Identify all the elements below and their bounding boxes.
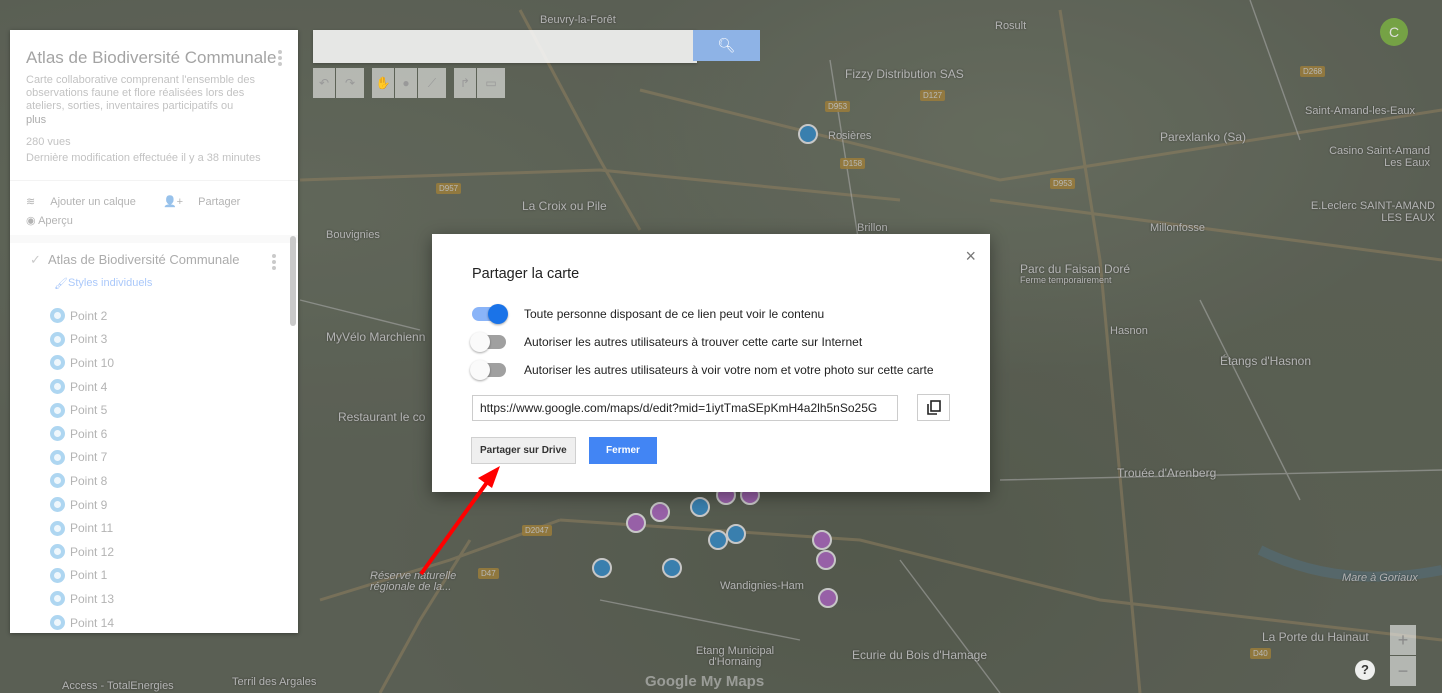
redo-icon[interactable]: ↷ (336, 68, 364, 98)
heart-marker-icon (50, 473, 65, 489)
copy-icon (926, 400, 941, 415)
add-marker-icon[interactable]: ● (395, 68, 417, 98)
panel-scrollbar[interactable] (290, 236, 296, 326)
list-item[interactable]: Point 9 (50, 493, 114, 517)
option-show-identity: Autoriser les autres utilisateurs à voir… (470, 360, 934, 380)
measure-icon[interactable]: ▭ (477, 68, 505, 98)
option-label: Autoriser les autres utilisateurs à trou… (524, 335, 863, 349)
styles-link[interactable]: Styles individuels (68, 277, 152, 289)
paint-roller-icon: 🖌 (54, 278, 68, 290)
list-item[interactable]: Point 10 (50, 351, 114, 375)
point-label: Point 3 (70, 332, 108, 347)
list-item[interactable]: Point 4 (50, 375, 114, 399)
hand-icon[interactable]: ✋ (372, 68, 394, 98)
draw-line-icon[interactable]: ⟋ (418, 68, 446, 98)
eye-icon: ◉ (26, 215, 39, 227)
close-icon[interactable]: × (965, 246, 976, 267)
point-label: Point 10 (70, 355, 115, 370)
option-link-visibility: Toute personne disposant de ce lien peut… (472, 304, 824, 324)
heart-marker-icon (50, 615, 65, 631)
point-label: Point 12 (70, 544, 115, 559)
heart-marker-icon (50, 426, 65, 442)
option-searchable: Autoriser les autres utilisateurs à trou… (470, 332, 863, 352)
more-options-icon[interactable] (278, 48, 282, 68)
point-label: Point 8 (70, 473, 108, 488)
heart-marker-icon (50, 449, 65, 465)
more-link[interactable]: plus (26, 114, 46, 126)
point-label: Point 11 (70, 521, 114, 536)
heart-marker-icon (50, 544, 65, 560)
heart-marker-icon (50, 331, 65, 347)
checkmark-icon[interactable]: ✓ (30, 252, 41, 268)
point-label: Point 2 (70, 308, 108, 323)
directions-icon[interactable]: ↱ (454, 68, 476, 98)
heart-marker-icon (50, 497, 65, 513)
point-label: Point 4 (70, 379, 108, 394)
divider (10, 180, 298, 181)
point-label: Point 1 (70, 568, 108, 583)
list-item[interactable]: Point 14 (50, 611, 114, 633)
add-layer-button[interactable]: ≋ Ajouter un calque (26, 196, 148, 208)
toggle-switch[interactable] (472, 304, 508, 324)
list-item[interactable]: Point 2 (50, 304, 114, 328)
layers-icon: ≋ (26, 196, 39, 208)
heart-marker-icon (50, 567, 65, 583)
search-button[interactable]: 🔍︎ (693, 30, 760, 61)
copy-button[interactable] (917, 394, 950, 421)
last-modified: Dernière modification effectuée il y a 3… (26, 152, 261, 164)
list-item[interactable]: Point 8 (50, 469, 114, 493)
map-sidebar-panel: Atlas de Biodiversité Communale Carte co… (10, 30, 298, 633)
points-list: Point 2 Point 3 Point 10 Point 4 Point 5 Poin… (50, 304, 114, 633)
map-description: Carte collaborative comprenant l'ensembl… (26, 74, 255, 112)
layer-options-icon[interactable] (272, 252, 276, 272)
search-icon: 🔍︎ (717, 37, 736, 53)
share-button[interactable]: 👤+ Partager (163, 196, 252, 208)
search-input[interactable] (313, 30, 697, 63)
undo-icon[interactable]: ↶ (313, 68, 335, 98)
option-label: Autoriser les autres utilisateurs à voir… (524, 363, 934, 377)
list-item[interactable]: Point 7 (50, 446, 114, 470)
dialog-title: Partager la carte (472, 266, 580, 282)
view-count: 280 vues (26, 136, 71, 148)
point-label: Point 7 (70, 450, 108, 465)
map-title[interactable]: Atlas de Biodiversité Communale (26, 48, 276, 68)
preview-button[interactable]: ◉ Aperçu (26, 214, 73, 227)
point-label: Point 13 (70, 591, 115, 606)
heart-marker-icon (50, 591, 65, 607)
point-label: Point 6 (70, 426, 108, 441)
toggle-switch[interactable] (470, 360, 506, 380)
point-label: Point 14 (70, 615, 115, 630)
toggle-switch[interactable] (470, 332, 506, 352)
heart-marker-icon (50, 402, 65, 418)
list-item[interactable]: Point 3 (50, 328, 114, 352)
heart-marker-icon (50, 355, 65, 371)
point-label: Point 9 (70, 497, 108, 512)
heart-marker-icon (50, 308, 65, 324)
list-item[interactable]: Point 12 (50, 540, 114, 564)
divider (10, 235, 298, 243)
zoom-out-button[interactable]: − (1390, 656, 1416, 686)
heart-marker-icon (50, 379, 65, 395)
list-item[interactable]: Point 13 (50, 587, 114, 611)
zoom-in-button[interactable]: + (1390, 625, 1416, 655)
option-label: Toute personne disposant de ce lien peut… (524, 307, 825, 321)
list-item[interactable]: Point 11 (50, 516, 114, 540)
avatar[interactable]: C (1380, 18, 1408, 46)
close-button[interactable]: Fermer (589, 437, 657, 464)
map-toolbar: ↶ ↷ ✋ ● ⟋ ↱ ▭ (313, 68, 513, 98)
point-label: Point 5 (70, 403, 108, 418)
share-dialog: × Partager la carte Toute personne dispo… (432, 234, 990, 492)
panel-actions: ≋ Ajouter un calque 👤+ Partager (26, 195, 264, 208)
share-on-drive-button[interactable]: Partager sur Drive (471, 437, 576, 464)
share-url-field[interactable] (472, 395, 898, 421)
list-item[interactable]: Point 5 (50, 398, 114, 422)
help-icon[interactable]: ? (1355, 660, 1375, 680)
layer-title[interactable]: Atlas de Biodiversité Communale (48, 252, 239, 267)
list-item[interactable]: Point 1 (50, 564, 114, 588)
add-person-icon: 👤+ (162, 196, 187, 208)
list-item[interactable]: Point 6 (50, 422, 114, 446)
heart-marker-icon (50, 520, 65, 536)
